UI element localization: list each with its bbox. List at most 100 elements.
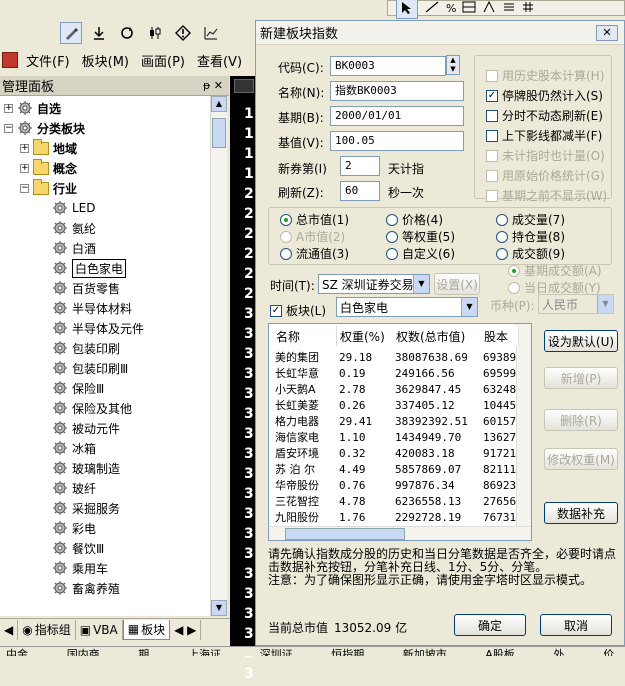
expander-icon[interactable]: +: [20, 143, 29, 153]
column-header[interactable]: 权重(%): [337, 326, 395, 346]
tree-item[interactable]: 白色家电: [52, 258, 127, 278]
set-button[interactable]: 设置(X): [434, 273, 480, 295]
radio-option[interactable]: A市值(2): [280, 228, 345, 245]
radio-dot[interactable]: [496, 213, 508, 226]
table-row[interactable]: 九阳股份 1.76 2292728.19 76731.: [269, 510, 531, 526]
chart-icon[interactable]: [200, 22, 222, 44]
radio-dot[interactable]: [280, 230, 292, 243]
table-row[interactable]: 三花智控 4.78 6236558.13 276565: [269, 494, 531, 510]
option-checkbox[interactable]: ✓ 停牌股仍然计入(S): [486, 87, 603, 104]
refresh-icon[interactable]: [116, 22, 138, 44]
text-tool-icon[interactable]: [482, 0, 496, 16]
tree-item[interactable]: 保险Ⅲ: [52, 378, 104, 398]
line-tool-icon[interactable]: [424, 1, 440, 16]
option-checkbox[interactable]: 分时不动态刷新(E): [486, 107, 603, 124]
modify-weight-button[interactable]: 修改权重(M): [544, 448, 618, 470]
market-tab[interactable]: 期权: [138, 647, 160, 656]
tree-item[interactable]: 玻璃制造: [52, 458, 120, 478]
base-date-field[interactable]: 2000/01/01: [330, 106, 464, 126]
code-spinner[interactable]: ▲ ▼: [446, 55, 460, 75]
market-tab[interactable]: 上海证券: [188, 647, 232, 656]
tab-vba[interactable]: ▣ VBA: [76, 619, 123, 640]
block-check-box[interactable]: ✓: [270, 304, 282, 317]
grid-tool-icon[interactable]: [462, 1, 476, 16]
radio-dot[interactable]: [496, 230, 508, 243]
radio-dot[interactable]: [508, 281, 520, 294]
hash-icon[interactable]: [522, 1, 534, 16]
currency-select[interactable]: 人民币 ▼: [538, 294, 614, 314]
radio-dot[interactable]: [386, 247, 398, 260]
pencil-icon[interactable]: [60, 22, 82, 44]
radio-option[interactable]: 自定义(6): [386, 245, 455, 262]
menu-screen[interactable]: 画面(P): [135, 51, 191, 70]
market-tab[interactable]: 价格: [603, 647, 625, 656]
tree-item[interactable]: + 自选: [4, 98, 61, 118]
base-value-field[interactable]: 100.05: [330, 131, 464, 151]
tree-item[interactable]: + 概念: [20, 158, 77, 178]
block-checkbox[interactable]: ✓ 板块(L): [270, 302, 326, 319]
option-checkbox[interactable]: 上下影线都减半(F): [486, 127, 602, 144]
pointer-icon[interactable]: [396, 0, 418, 19]
checkbox-box[interactable]: ✓: [486, 89, 498, 102]
tree-item[interactable]: 采掘服务: [52, 498, 120, 518]
table-row[interactable]: 长虹华意 0.19 249166.56 69599.: [269, 366, 531, 382]
radio-option[interactable]: 当日成交额(Y): [508, 279, 601, 296]
scroll-down-icon[interactable]: ▼: [211, 600, 227, 616]
tab-indicator-group[interactable]: ◉ 指标组: [18, 619, 76, 640]
menu-file[interactable]: 文件(F): [20, 51, 76, 70]
delete-button[interactable]: 删除(R): [544, 409, 618, 431]
market-tab[interactable]: 国内商品: [67, 647, 111, 656]
candle-icon[interactable]: [144, 22, 166, 44]
cancel-button[interactable]: 取消: [540, 614, 612, 636]
tree-item[interactable]: − 行业: [20, 178, 77, 198]
radio-option[interactable]: 基期成交额(A): [508, 262, 602, 279]
component-stock-table[interactable]: 九阳股份 1.76 2292728.19 76731. 三花智控 4.78 6236558.…: [268, 323, 532, 541]
checkbox-box[interactable]: [486, 169, 498, 182]
data-supplement-button[interactable]: 数据补充: [544, 502, 618, 524]
column-header[interactable]: 股本: [481, 326, 519, 346]
tree-item[interactable]: 彩电: [52, 518, 96, 538]
market-tab[interactable]: 新加坡市场: [403, 647, 457, 656]
menu-block[interactable]: 板块(M): [76, 51, 135, 70]
ok-button[interactable]: 确定: [454, 614, 526, 636]
column-header[interactable]: 权数(总市值): [393, 326, 483, 346]
tree-item[interactable]: + 地域: [20, 138, 77, 158]
checkbox-box[interactable]: [486, 69, 498, 82]
expander-icon[interactable]: +: [20, 163, 29, 173]
tree-item[interactable]: 餐饮Ⅲ: [52, 538, 104, 558]
tree-item[interactable]: 冰箱: [52, 438, 96, 458]
name-field[interactable]: 指数BK0003: [330, 81, 464, 101]
close-icon[interactable]: ✕: [596, 25, 618, 41]
radio-option[interactable]: 价格(4): [386, 211, 443, 228]
checkbox-box[interactable]: [486, 109, 498, 122]
table-row[interactable]: 盾安环境 0.32 420083.18 91721.: [269, 446, 531, 462]
radio-dot[interactable]: [280, 213, 292, 226]
expander-icon[interactable]: −: [4, 123, 13, 133]
radio-option[interactable]: 持仓量(8): [496, 228, 565, 245]
tree-item[interactable]: 包装印刷Ⅲ: [52, 358, 128, 378]
new-stock-field[interactable]: 2: [340, 156, 380, 176]
scroll-up-icon[interactable]: ▲: [211, 96, 227, 112]
time-select[interactable]: SZ 深圳证券交易 ▼: [318, 274, 430, 294]
tab-block[interactable]: ▦ 板块: [122, 619, 171, 640]
tree-item[interactable]: 乘用车: [52, 558, 108, 578]
tree-item[interactable]: 保险及其他: [52, 398, 132, 418]
tree-item[interactable]: LED: [52, 198, 96, 218]
market-tab[interactable]: 恒指期货: [331, 647, 375, 656]
refresh-field[interactable]: 60: [340, 181, 380, 201]
scroll-thumb[interactable]: [285, 528, 405, 540]
code-field[interactable]: BK0003: [330, 56, 446, 76]
checkbox-box[interactable]: [486, 189, 498, 202]
table-horizontal-scrollbar[interactable]: [269, 526, 531, 540]
panel-pin-close[interactable]: ᵽ ✕: [203, 79, 223, 92]
market-tab[interactable]: 中金所: [6, 647, 39, 656]
column-header[interactable]: 名称: [273, 326, 337, 346]
table-row[interactable]: 小天鹅A 2.78 3629847.45 63248.: [269, 382, 531, 398]
option-checkbox[interactable]: 未计指时也计量(O): [486, 147, 605, 164]
alert-icon[interactable]: [172, 22, 194, 44]
scroll-thumb[interactable]: [212, 118, 226, 148]
table-row[interactable]: 长虹美菱 0.26 337405.12 104459: [269, 398, 531, 414]
list-tool-icon[interactable]: [502, 1, 516, 16]
radio-dot[interactable]: [496, 247, 508, 260]
radio-option[interactable]: 总市值(1): [280, 211, 349, 228]
